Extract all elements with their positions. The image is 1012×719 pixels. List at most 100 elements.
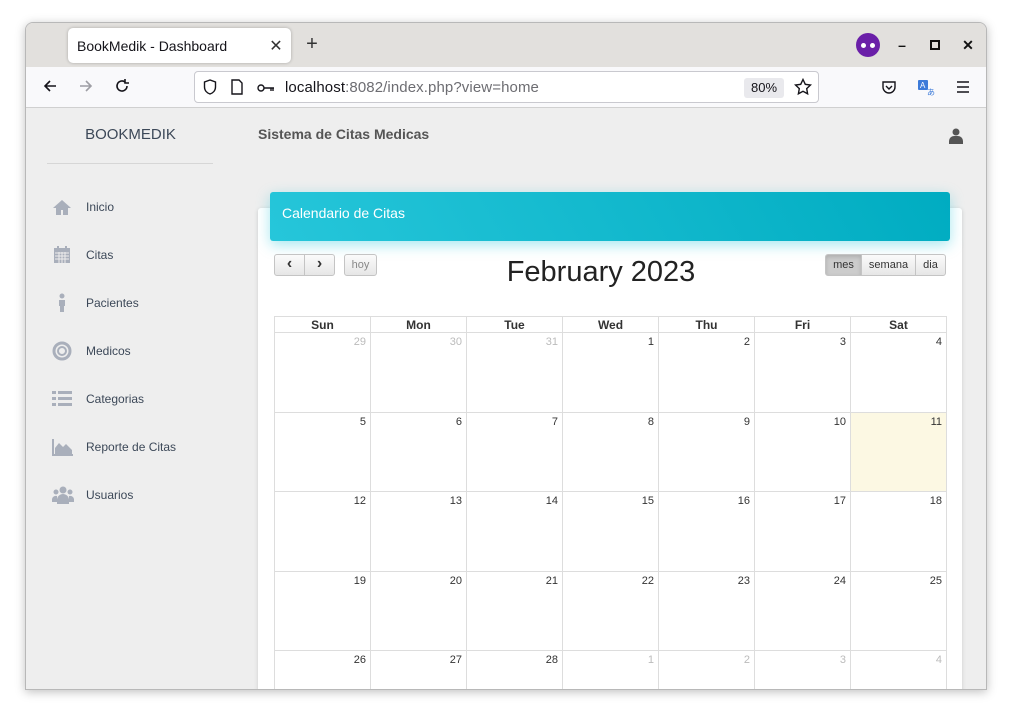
day-cell[interactable]: 2	[658, 650, 755, 689]
day-cell[interactable]: 5	[274, 411, 371, 492]
user-icon[interactable]	[949, 128, 963, 149]
day-cell[interactable]: 27	[370, 650, 467, 689]
week-row: 5 6 7 8 9 10 11	[274, 411, 947, 492]
sidebar: BOOKMEDIK Inicio Citas Pacientes Medicos…	[26, 108, 235, 689]
day-cell[interactable]: 3	[754, 650, 851, 689]
card-title: Calendario de Citas	[282, 205, 405, 221]
day-cell[interactable]: 8	[562, 411, 659, 492]
day-cell[interactable]: 17	[754, 491, 851, 572]
view-week-button[interactable]: semana	[861, 254, 916, 276]
day-cell[interactable]: 15	[562, 491, 659, 572]
day-cell[interactable]: 31	[466, 332, 563, 413]
new-tab-button[interactable]: +	[300, 33, 324, 57]
today-button[interactable]: hoy	[344, 254, 377, 276]
day-cell[interactable]: 13	[370, 491, 467, 572]
url-host: localhost	[285, 79, 346, 96]
today-cell[interactable]: 11	[850, 411, 947, 492]
translate-icon[interactable]: Aあ	[917, 79, 935, 101]
day-cell[interactable]: 4	[850, 332, 947, 413]
shield-icon[interactable]	[203, 79, 217, 99]
close-window-icon[interactable]: ✕	[958, 35, 978, 55]
sidebar-item-label: Medicos	[86, 344, 131, 358]
sidebar-item-citas[interactable]: Citas	[52, 243, 113, 267]
sidebar-item-label: Usuarios	[86, 488, 134, 502]
person-icon	[52, 293, 86, 313]
area-chart-icon	[52, 438, 86, 456]
tab-title: BookMedik - Dashboard	[77, 37, 228, 54]
day-cell[interactable]: 10	[754, 411, 851, 492]
brand-logo[interactable]: BOOKMEDIK	[26, 126, 235, 143]
next-month-button[interactable]: ›	[304, 254, 335, 276]
tab-close-icon[interactable]: ✕	[261, 36, 291, 56]
key-icon[interactable]	[257, 81, 275, 98]
week-row: 26 27 28 1 2 3 4	[274, 650, 947, 689]
url-bar[interactable]: localhost:8082/index.php?view=home 80%	[194, 71, 819, 103]
life-ring-icon	[52, 341, 86, 361]
day-cell[interactable]: 30	[370, 332, 467, 413]
sidebar-item-label: Reporte de Citas	[86, 440, 177, 454]
sidebar-item-label: Categorias	[86, 392, 145, 406]
svg-text:あ: あ	[927, 88, 935, 97]
week-row: 29 30 31 1 2 3 4	[274, 332, 947, 413]
day-cell[interactable]: 26	[274, 650, 371, 689]
day-cell[interactable]: 1	[562, 332, 659, 413]
private-browsing-icon	[856, 33, 880, 57]
day-cell[interactable]: 1	[562, 650, 659, 689]
day-cell[interactable]: 3	[754, 332, 851, 413]
tab-bar: BookMedik - Dashboard ✕ + – ✕	[26, 23, 986, 67]
week-row: 19 20 21 22 23 24 25	[274, 570, 947, 651]
day-cell[interactable]: 4	[850, 650, 947, 689]
day-cell[interactable]: 29	[274, 332, 371, 413]
day-cell[interactable]: 19	[274, 570, 371, 651]
day-cell[interactable]: 21	[466, 570, 563, 651]
calendar-icon	[52, 245, 86, 265]
day-header: Sat	[850, 316, 947, 333]
sidebar-item-medicos[interactable]: Medicos	[52, 339, 131, 363]
day-cell[interactable]: 16	[658, 491, 755, 572]
page-title: Sistema de Citas Medicas	[258, 126, 430, 142]
day-header: Sun	[274, 316, 371, 333]
day-cell[interactable]: 28	[466, 650, 563, 689]
day-cell[interactable]: 20	[370, 570, 467, 651]
day-cell[interactable]: 6	[370, 411, 467, 492]
page-content: BOOKMEDIK Inicio Citas Pacientes Medicos…	[26, 108, 986, 689]
sidebar-item-label: Citas	[86, 248, 114, 262]
day-cell[interactable]: 23	[658, 570, 755, 651]
day-cell[interactable]: 2	[658, 332, 755, 413]
sidebar-item-categorias[interactable]: Categorias	[52, 387, 144, 411]
day-cell[interactable]: 9	[658, 411, 755, 492]
pocket-icon[interactable]	[881, 80, 897, 100]
day-cell[interactable]: 22	[562, 570, 659, 651]
day-header: Mon	[370, 316, 467, 333]
sidebar-item-reporte[interactable]: Reporte de Citas	[52, 435, 176, 459]
day-cell[interactable]: 18	[850, 491, 947, 572]
url-text[interactable]: localhost:8082/index.php?view=home	[285, 79, 539, 96]
day-header: Tue	[466, 316, 563, 333]
svg-text:A: A	[920, 81, 926, 90]
day-cell[interactable]: 24	[754, 570, 851, 651]
back-icon[interactable]	[38, 76, 62, 100]
view-month-button[interactable]: mes	[825, 254, 862, 276]
day-header: Thu	[658, 316, 755, 333]
day-header: Wed	[562, 316, 659, 333]
sidebar-item-pacientes[interactable]: Pacientes	[52, 291, 139, 315]
main-panel: Sistema de Citas Medicas Calendario de C…	[235, 108, 986, 689]
maximize-icon[interactable]	[925, 35, 945, 55]
sidebar-item-usuarios[interactable]: Usuarios	[52, 483, 133, 507]
view-day-button[interactable]: dia	[915, 254, 946, 276]
day-cell[interactable]: 14	[466, 491, 563, 572]
prev-month-button[interactable]: ‹	[274, 254, 305, 276]
day-cell[interactable]: 25	[850, 570, 947, 651]
day-cell[interactable]: 7	[466, 411, 563, 492]
bookmark-star-icon[interactable]	[793, 77, 813, 100]
day-header: Fri	[754, 316, 851, 333]
menu-icon[interactable]	[955, 79, 971, 99]
page-icon[interactable]	[231, 79, 243, 99]
sidebar-item-inicio[interactable]: Inicio	[52, 195, 114, 219]
minimize-icon[interactable]: –	[892, 35, 912, 55]
forward-icon[interactable]	[74, 76, 98, 100]
browser-tab[interactable]: BookMedik - Dashboard ✕	[68, 28, 291, 63]
zoom-level[interactable]: 80%	[744, 78, 784, 98]
day-cell[interactable]: 12	[274, 491, 371, 572]
reload-icon[interactable]	[110, 76, 134, 100]
